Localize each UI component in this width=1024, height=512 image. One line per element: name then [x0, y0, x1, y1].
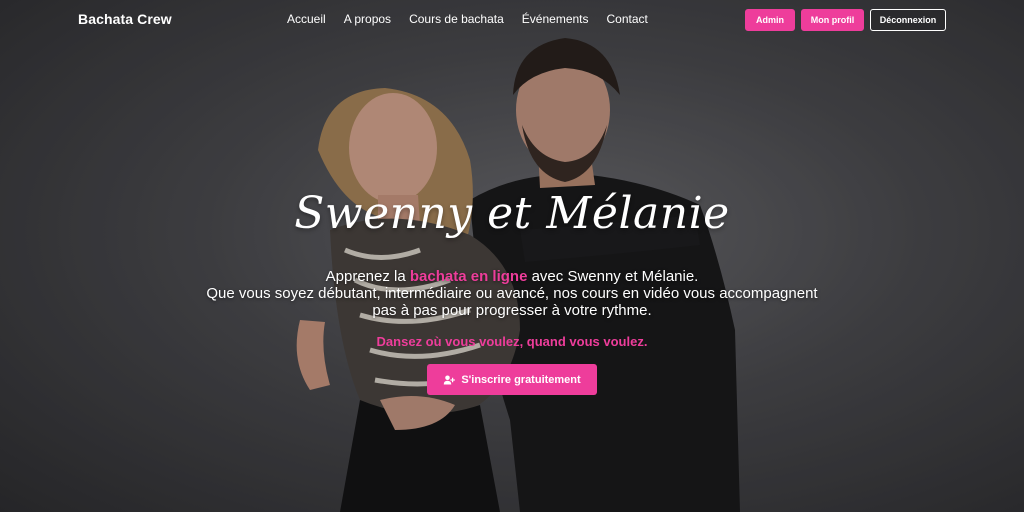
- hero-title: Swenny et Mélanie: [294, 188, 730, 239]
- nav-item-a-propos[interactable]: A propos: [344, 12, 391, 26]
- logout-button[interactable]: Déconnexion: [870, 9, 946, 31]
- lead-text-after: avec Swenny et Mélanie.: [527, 268, 699, 285]
- hero-section: Bachata Crew Accueil A propos Cours de b…: [0, 0, 1024, 512]
- nav-item-evenements[interactable]: Événements: [522, 12, 589, 26]
- hero-tagline: Dansez où vous voulez, quand vous voulez…: [376, 334, 648, 349]
- nav-item-contact[interactable]: Contact: [607, 12, 648, 26]
- lead-text-before: Apprenez la: [325, 268, 410, 285]
- admin-button[interactable]: Admin: [745, 9, 795, 31]
- lead-line-3: pas à pas pour progresser à votre rythme…: [372, 302, 652, 319]
- signup-button[interactable]: S'inscrire gratuitement: [427, 364, 597, 395]
- lead-line-1: Apprenez la bachata en ligne avec Swenny…: [0, 268, 1024, 285]
- lead-line-2: Que vous soyez débutant, intermédiaire o…: [206, 285, 818, 302]
- user-plus-icon: [444, 375, 456, 384]
- nav-menu: Accueil A propos Cours de bachata Événem…: [287, 12, 666, 26]
- nav-item-cours[interactable]: Cours de bachata: [409, 12, 504, 26]
- navbar: Bachata Crew Accueil A propos Cours de b…: [0, 0, 1024, 40]
- hero-overlay: [0, 0, 1024, 512]
- nav-item-accueil[interactable]: Accueil: [287, 12, 326, 26]
- profile-button[interactable]: Mon profil: [801, 9, 864, 31]
- lead-highlight: bachata en ligne: [409, 268, 528, 285]
- brand-logo[interactable]: Bachata Crew: [78, 11, 172, 27]
- hero-lead: Apprenez la bachata en ligne avec Swenny…: [0, 268, 1024, 319]
- signup-button-label: S'inscrire gratuitement: [461, 373, 581, 386]
